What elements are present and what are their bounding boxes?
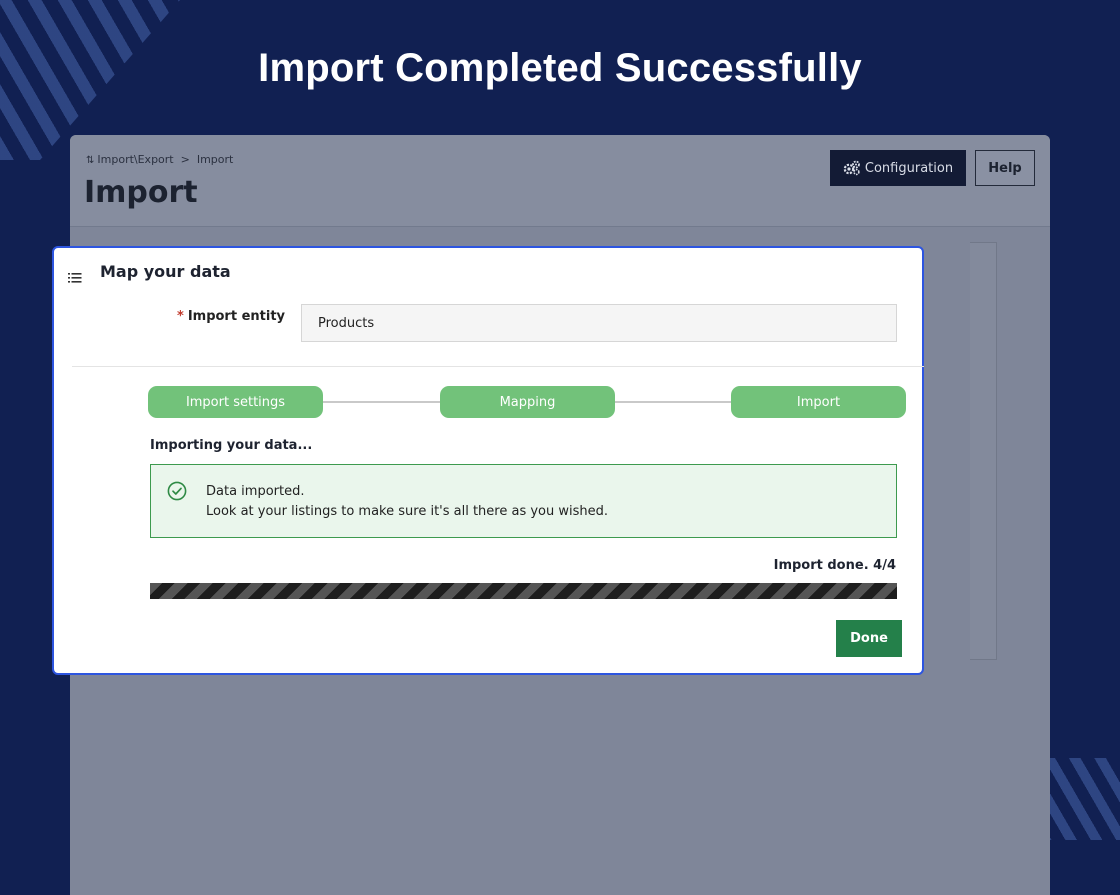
headline: Import Completed Successfully xyxy=(258,46,862,90)
done-button[interactable]: Done xyxy=(836,620,902,657)
sort-arrows-icon: ⇅ xyxy=(86,155,95,166)
import-entity-label-text: Import entity xyxy=(187,309,286,324)
page-title: Import xyxy=(84,175,198,210)
modal-title: Map your data xyxy=(100,262,231,281)
background-card xyxy=(970,242,997,660)
decorative-stripes-bottom-right xyxy=(1040,758,1120,840)
step-import-settings[interactable]: Import settings xyxy=(148,386,323,418)
step-connector xyxy=(615,401,731,403)
map-data-modal: Map your data *Import entity Import sett… xyxy=(52,246,924,675)
breadcrumb-separator: > xyxy=(180,153,190,166)
step-connector xyxy=(323,401,440,403)
step-import[interactable]: Import xyxy=(731,386,906,418)
breadcrumb-parent-link[interactable]: Import\Export xyxy=(97,153,173,166)
progress-bar xyxy=(150,583,897,599)
required-marker: * xyxy=(177,309,184,324)
breadcrumb: ⇅ Import\Export > Import xyxy=(86,153,233,166)
import-entity-label: * Import entity xyxy=(177,309,285,324)
page-header: ⇅ Import\Export > Import Import Configurati… xyxy=(70,135,1050,227)
gears-icon xyxy=(843,160,861,176)
help-button[interactable]: Help xyxy=(975,150,1035,186)
import-entity-field[interactable] xyxy=(301,304,897,342)
success-message-title: Data imported. xyxy=(206,484,305,499)
step-mapping[interactable]: Mapping xyxy=(440,386,615,418)
importing-title: Importing your data... xyxy=(150,438,313,453)
success-message-detail: Look at your listings to make sure it's … xyxy=(206,504,609,519)
configuration-button-label: Configuration xyxy=(864,160,954,176)
progress-status: Import done. 4/4 xyxy=(773,558,896,573)
list-icon xyxy=(68,268,82,287)
modal-divider xyxy=(72,366,924,367)
configuration-button[interactable]: Configuration xyxy=(830,150,966,186)
progress-steps: Import settings Mapping Import xyxy=(148,386,906,418)
check-circle-icon xyxy=(167,481,187,505)
success-alert: Data imported. Look at your listings to … xyxy=(150,464,897,538)
progress-bar-fill xyxy=(150,583,897,599)
breadcrumb-current: Import xyxy=(196,153,234,166)
